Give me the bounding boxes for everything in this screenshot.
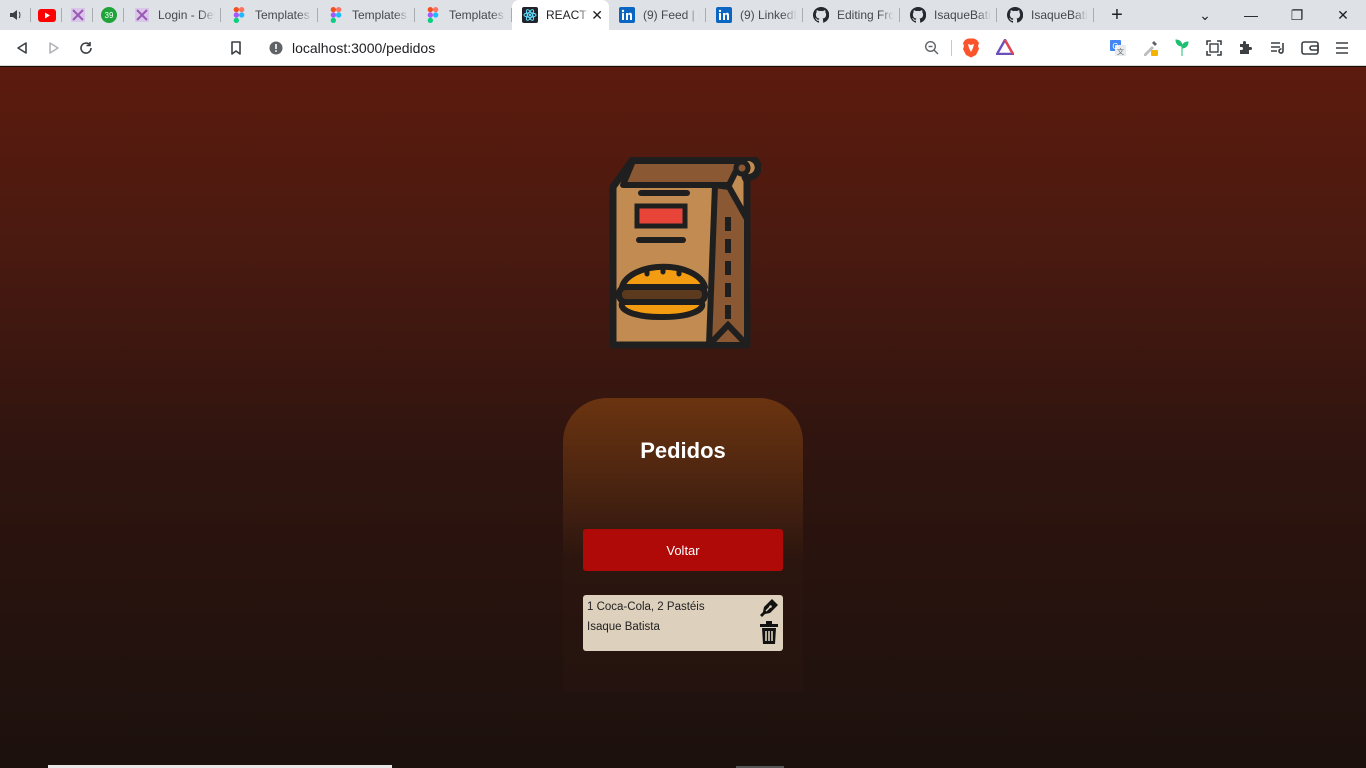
pinned-tab-youtube[interactable] (31, 0, 62, 30)
tab-react[interactable]: REACT ✕ (512, 0, 609, 30)
tab-login-dev[interactable]: Login - Dev (124, 0, 221, 30)
tab-linkedin-feed[interactable]: (9) Feed | Li (609, 0, 706, 30)
tab-github-isaque-2[interactable]: IsaqueBatis (997, 0, 1094, 30)
food-bag-logo-icon (609, 157, 761, 349)
leaf-extension-icon[interactable] (1166, 32, 1198, 64)
speaker-icon (9, 10, 20, 20)
restore-button[interactable]: ❐ (1274, 7, 1320, 24)
dev-icon (70, 8, 85, 22)
eyedropper-extension-icon[interactable] (1134, 32, 1166, 64)
github-icon (1007, 7, 1023, 23)
extension-icons: G文 (1102, 32, 1358, 64)
tab-strip: 39 Login - Dev Templates ( Templates ( T… (0, 0, 1366, 30)
tab-github-editing[interactable]: Editing Fro (803, 0, 900, 30)
zoom-icon[interactable] (924, 40, 940, 59)
order-customer: Isaque Batista (587, 621, 660, 633)
react-icon (522, 7, 538, 23)
badge-icon: 39 (100, 7, 117, 23)
svg-text:文: 文 (1117, 47, 1124, 56)
menu-icon[interactable] (1326, 32, 1358, 64)
figma-icon (425, 7, 441, 23)
trash-icon[interactable] (759, 621, 779, 645)
arrow-right-icon (49, 41, 59, 54)
tab-title: Login - Dev (158, 8, 215, 22)
pinned-tabs: 39 (0, 0, 124, 30)
tab-search-chevron-icon[interactable]: ⌄ (1182, 7, 1228, 24)
puzzle-extensions-icon[interactable] (1230, 32, 1262, 64)
brave-rewards-icon[interactable] (995, 38, 1015, 58)
tab-title: Templates ( (352, 8, 409, 22)
brave-shields-icon[interactable] (962, 38, 980, 61)
tab-templates-1[interactable]: Templates ( (221, 0, 318, 30)
screenshot-extension-icon[interactable] (1198, 32, 1230, 64)
url-text[interactable]: localhost:3000/pedidos (292, 40, 435, 56)
figma-icon (231, 7, 247, 23)
page-background: Pedidos Voltar 1 Coca-Cola, 2 Pastéis Is… (0, 67, 1366, 768)
youtube-icon (37, 8, 56, 22)
order-item: 1 Coca-Cola, 2 Pastéis Isaque Batista (583, 595, 783, 651)
arrow-left-icon (17, 41, 27, 54)
tab-templates-2[interactable]: Templates ( (318, 0, 415, 30)
github-icon (813, 7, 829, 23)
address-bar[interactable]: localhost:3000/pedidos (258, 34, 1022, 62)
wallet-icon[interactable] (1294, 32, 1326, 64)
bookmark-icon (231, 40, 241, 55)
pinned-tab-counter[interactable]: 39 (93, 0, 124, 30)
site-info-icon[interactable] (268, 40, 284, 56)
figma-icon (328, 7, 344, 23)
tab-title: IsaqueBatis (1031, 8, 1088, 22)
tab-title: (9) LinkedIn (740, 8, 797, 22)
pinned-tab-dev[interactable] (62, 0, 93, 30)
back-button[interactable]: Voltar (583, 529, 783, 571)
svg-text:39: 39 (104, 11, 113, 20)
orders-card: Pedidos Voltar 1 Coca-Cola, 2 Pastéis Is… (563, 398, 803, 692)
minimize-button[interactable]: — (1228, 7, 1274, 23)
tab-title: Templates ( (255, 8, 312, 22)
browser-toolbar: localhost:3000/pedidos G文 (0, 30, 1366, 66)
tab-templates-3[interactable]: Templates ( (415, 0, 512, 30)
translate-extension-icon[interactable]: G文 (1102, 32, 1134, 64)
order-products: 1 Coca-Cola, 2 Pastéis (587, 601, 705, 613)
reload-icon (80, 41, 92, 54)
linkedin-icon (619, 7, 635, 23)
media-controls-icon[interactable] (1262, 32, 1294, 64)
close-tab-icon[interactable]: ✕ (591, 7, 603, 24)
pinned-tab-audio[interactable] (0, 0, 31, 30)
tab-title: (9) Feed | Li (643, 8, 700, 22)
tab-title: Editing Fro (837, 8, 894, 22)
close-window-button[interactable]: ✕ (1320, 7, 1366, 24)
new-tab-button[interactable]: + (1102, 0, 1132, 30)
linkedin-icon (716, 7, 732, 23)
tab-github-isaque-1[interactable]: IsaqueBatis (900, 0, 997, 30)
dev-icon (134, 7, 150, 23)
tab-title: IsaqueBatis (934, 8, 991, 22)
omnibox-divider (951, 40, 952, 56)
page-title: Pedidos (640, 438, 726, 463)
github-icon (910, 7, 926, 23)
tab-title: REACT (546, 8, 587, 22)
tab-title: Templates ( (449, 8, 506, 22)
bookmark-button[interactable] (220, 32, 252, 64)
reload-button[interactable] (70, 32, 102, 64)
edit-pen-icon[interactable] (759, 598, 779, 618)
window-controls: ⌄ — ❐ ✕ (1182, 0, 1366, 30)
tab-linkedin[interactable]: (9) LinkedIn (706, 0, 803, 30)
forward-nav-button[interactable] (38, 32, 70, 64)
back-nav-button[interactable] (6, 32, 38, 64)
